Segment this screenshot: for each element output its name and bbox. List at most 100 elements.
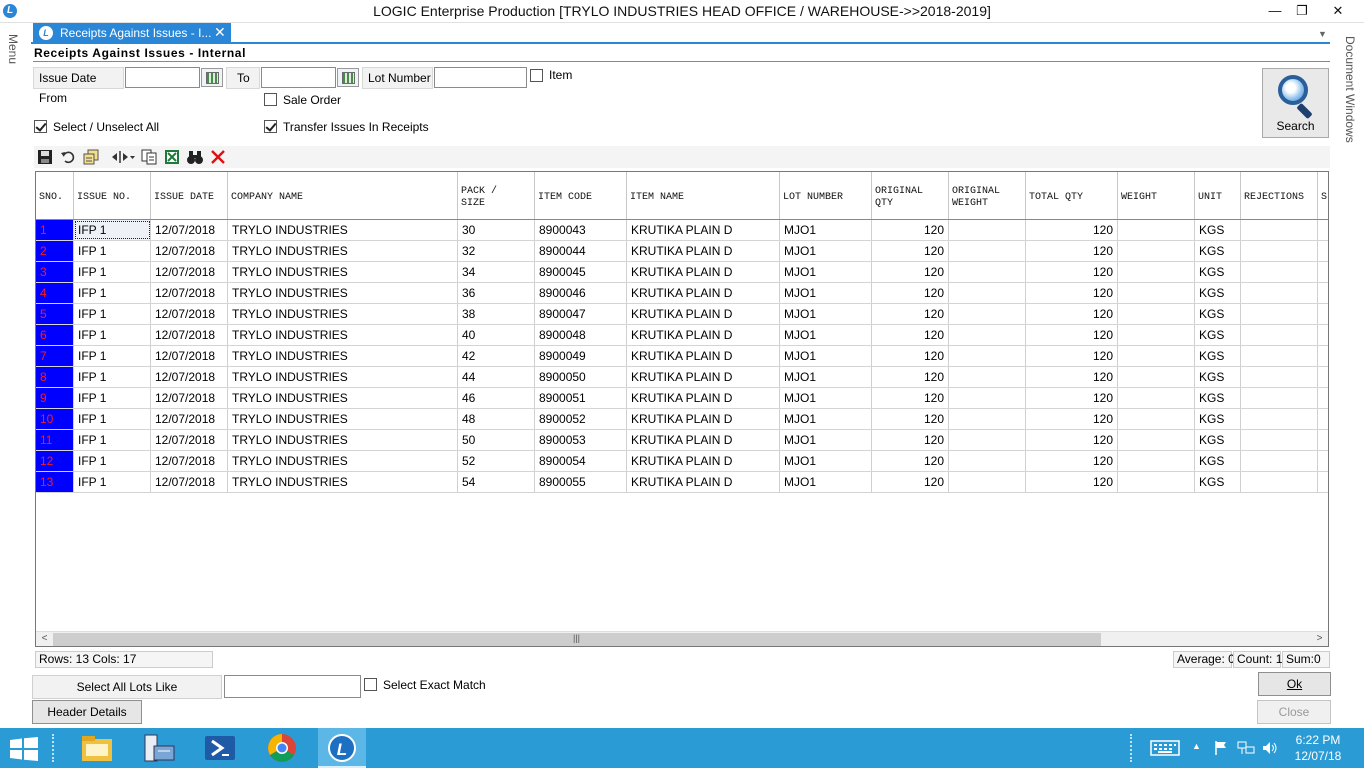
cell-issue-date[interactable]: 12/07/2018 xyxy=(151,472,228,492)
cell-unit[interactable]: KGS xyxy=(1195,472,1241,492)
cell-pack-size[interactable]: 54 xyxy=(458,472,535,492)
cell-company-name[interactable]: TRYLO INDUSTRIES xyxy=(228,262,458,282)
scroll-right-icon[interactable]: > xyxy=(1312,632,1327,646)
table-row[interactable]: 5 IFP 1 12/07/2018 TRYLO INDUSTRIES 38 890004… xyxy=(36,304,1328,325)
cell-rejections[interactable] xyxy=(1241,241,1318,261)
cell-original-weight[interactable] xyxy=(949,472,1026,492)
cell-rejections[interactable] xyxy=(1241,304,1318,324)
cell-company-name[interactable]: TRYLO INDUSTRIES xyxy=(228,346,458,366)
cell-issue-no[interactable]: IFP 1 xyxy=(74,283,151,303)
cell-pack-size[interactable]: 30 xyxy=(458,220,535,240)
cell-total-qty[interactable]: 120 xyxy=(1026,283,1118,303)
cell-unit[interactable]: KGS xyxy=(1195,430,1241,450)
cell-company-name[interactable]: TRYLO INDUSTRIES xyxy=(228,304,458,324)
cell-unit[interactable]: KGS xyxy=(1195,409,1241,429)
cell-company-name[interactable]: TRYLO INDUSTRIES xyxy=(228,220,458,240)
maximize-button[interactable]: ❐ xyxy=(1289,1,1315,21)
minimize-button[interactable]: — xyxy=(1262,1,1288,21)
lot-number-input[interactable] xyxy=(434,67,527,88)
logic-app-taskbar-button[interactable]: L xyxy=(318,728,366,768)
cell-unit[interactable]: KGS xyxy=(1195,241,1241,261)
cell-original-weight[interactable] xyxy=(949,451,1026,471)
cell-original-weight[interactable] xyxy=(949,304,1026,324)
cell-item-name[interactable]: KRUTIKA PLAIN D xyxy=(627,304,780,324)
cell-weight[interactable] xyxy=(1118,409,1195,429)
cell-item-code[interactable]: 8900051 xyxy=(535,388,627,408)
cell-sno[interactable]: 1 xyxy=(36,220,74,240)
delete-icon[interactable] xyxy=(209,148,227,166)
header-details-button[interactable]: Header Details xyxy=(32,700,142,724)
cell-pack-size[interactable]: 38 xyxy=(458,304,535,324)
cell-rejections[interactable] xyxy=(1241,367,1318,387)
column-width-icon[interactable] xyxy=(110,148,136,166)
cell-pack-size[interactable]: 42 xyxy=(458,346,535,366)
table-row[interactable]: 3 IFP 1 12/07/2018 TRYLO INDUSTRIES 34 890004… xyxy=(36,262,1328,283)
cell-issue-no[interactable]: IFP 1 xyxy=(74,346,151,366)
cell-pack-size[interactable]: 34 xyxy=(458,262,535,282)
chevron-up-icon[interactable]: ▲ xyxy=(1192,741,1201,751)
column-header-lot-number[interactable]: LOT NUMBER xyxy=(780,172,872,219)
cell-weight[interactable] xyxy=(1118,388,1195,408)
table-row[interactable]: 11 IFP 1 12/07/2018 TRYLO INDUSTRIES 50 89000… xyxy=(36,430,1328,451)
save-icon[interactable] xyxy=(36,148,54,166)
cell-pack-size[interactable]: 50 xyxy=(458,430,535,450)
cell-pack-size[interactable]: 46 xyxy=(458,388,535,408)
table-row[interactable]: 12 IFP 1 12/07/2018 TRYLO INDUSTRIES 52 89000… xyxy=(36,451,1328,472)
cell-weight[interactable] xyxy=(1118,472,1195,492)
cell-rejections[interactable] xyxy=(1241,346,1318,366)
cell-lot-number[interactable]: MJO1 xyxy=(780,304,872,324)
cell-total-qty[interactable]: 120 xyxy=(1026,472,1118,492)
horizontal-scrollbar[interactable]: < ||| > xyxy=(36,631,1328,646)
file-explorer-icon[interactable] xyxy=(78,732,118,764)
cell-original-qty[interactable]: 120 xyxy=(872,367,949,387)
cell-unit[interactable]: KGS xyxy=(1195,262,1241,282)
cell-issue-no[interactable]: IFP 1 xyxy=(74,409,151,429)
cell-sno[interactable]: 8 xyxy=(36,367,74,387)
cell-sno[interactable]: 10 xyxy=(36,409,74,429)
cell-original-weight[interactable] xyxy=(949,283,1026,303)
cell-issue-date[interactable]: 12/07/2018 xyxy=(151,325,228,345)
network-icon[interactable] xyxy=(1237,740,1255,756)
cell-weight[interactable] xyxy=(1118,325,1195,345)
cell-pack-size[interactable]: 52 xyxy=(458,451,535,471)
cell-company-name[interactable]: TRYLO INDUSTRIES xyxy=(228,472,458,492)
column-header-company-name[interactable]: COMPANY NAME xyxy=(228,172,458,219)
cell-lot-number[interactable]: MJO1 xyxy=(780,220,872,240)
column-header-item-name[interactable]: ITEM NAME xyxy=(627,172,780,219)
cell-item-name[interactable]: KRUTIKA PLAIN D xyxy=(627,220,780,240)
cell-issue-no[interactable]: IFP 1 xyxy=(74,241,151,261)
cell-original-qty[interactable]: 120 xyxy=(872,262,949,282)
cell-unit[interactable]: KGS xyxy=(1195,367,1241,387)
cell-original-weight[interactable] xyxy=(949,346,1026,366)
cell-item-name[interactable]: KRUTIKA PLAIN D xyxy=(627,388,780,408)
chevron-down-icon[interactable]: ▼ xyxy=(1318,29,1327,39)
select-unselect-all-checkbox[interactable] xyxy=(34,120,47,133)
tab-close-icon[interactable]: ✕ xyxy=(214,24,226,41)
cell-company-name[interactable]: TRYLO INDUSTRIES xyxy=(228,283,458,303)
cell-rejections[interactable] xyxy=(1241,451,1318,471)
cell-unit[interactable]: KGS xyxy=(1195,451,1241,471)
cell-pack-size[interactable]: 36 xyxy=(458,283,535,303)
cell-item-code[interactable]: 8900055 xyxy=(535,472,627,492)
table-row[interactable]: 2 IFP 1 12/07/2018 TRYLO INDUSTRIES 32 890004… xyxy=(36,241,1328,262)
cell-lot-number[interactable]: MJO1 xyxy=(780,430,872,450)
cell-sno[interactable]: 11 xyxy=(36,430,74,450)
cell-item-code[interactable]: 8900052 xyxy=(535,409,627,429)
cell-unit[interactable]: KGS xyxy=(1195,346,1241,366)
cell-item-code[interactable]: 8900053 xyxy=(535,430,627,450)
cell-unit[interactable]: KGS xyxy=(1195,283,1241,303)
cell-item-code[interactable]: 8900048 xyxy=(535,325,627,345)
cell-sno[interactable]: 4 xyxy=(36,283,74,303)
column-header-s[interactable]: S xyxy=(1318,172,1328,219)
select-exact-match-checkbox[interactable] xyxy=(364,678,377,691)
find-binoculars-icon[interactable] xyxy=(186,148,204,166)
table-row[interactable]: 1 IFP 1 12/07/2018 TRYLO INDUSTRIES 30 890004… xyxy=(36,220,1328,241)
cell-item-code[interactable]: 8900045 xyxy=(535,262,627,282)
column-header-issue-no[interactable]: ISSUE NO. xyxy=(74,172,151,219)
cell-total-qty[interactable]: 120 xyxy=(1026,304,1118,324)
cell-company-name[interactable]: TRYLO INDUSTRIES xyxy=(228,241,458,261)
cell-issue-no[interactable]: IFP 1 xyxy=(74,388,151,408)
item-checkbox[interactable] xyxy=(530,69,543,82)
search-button[interactable]: Search xyxy=(1262,68,1329,138)
cell-sno[interactable]: 12 xyxy=(36,451,74,471)
